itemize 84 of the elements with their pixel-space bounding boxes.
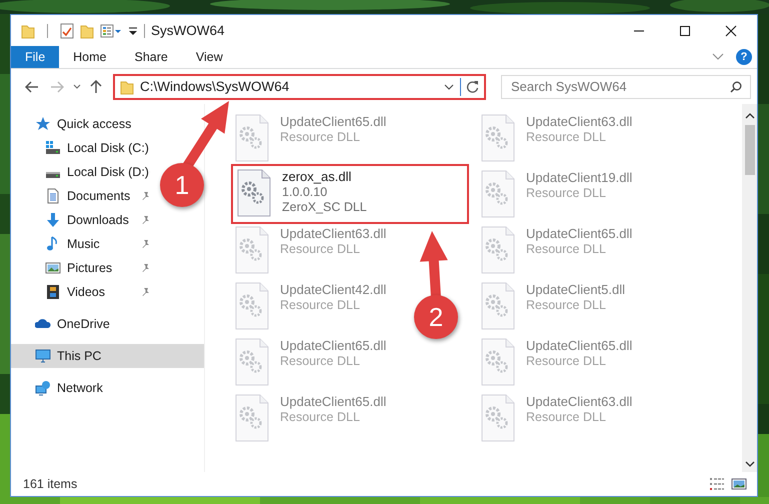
file-name[interactable]: UpdateClient63.dll — [280, 226, 386, 241]
file-gear-icon — [481, 170, 515, 218]
ribbon-tab[interactable]: Home — [59, 46, 120, 68]
monitor-icon[interactable] — [35, 348, 51, 364]
network-icon[interactable] — [35, 380, 51, 396]
file-name[interactable]: UpdateClient63.dll — [526, 114, 632, 129]
up-arrow-icon[interactable] — [90, 80, 102, 94]
file-name[interactable]: UpdateClient19.dll — [526, 170, 632, 185]
film-icon[interactable] — [45, 284, 61, 300]
file-gear-icon — [235, 114, 269, 162]
file-gear-icon — [235, 226, 269, 274]
down-arrow-icon[interactable] — [45, 212, 61, 228]
file-gear-icon — [481, 394, 515, 442]
chevron-up-icon[interactable] — [744, 112, 754, 119]
file-name[interactable]: UpdateClient65.dll — [526, 338, 632, 353]
scrollbar[interactable] — [742, 104, 757, 472]
chevron-down-icon[interactable] — [744, 461, 754, 468]
file-name[interactable]: UpdateClient5.dll — [526, 282, 626, 297]
chevron-down-icon[interactable] — [444, 84, 454, 90]
arrow — [420, 231, 448, 298]
file-gear-icon — [235, 282, 269, 330]
file-detail: Resource DLL — [280, 242, 361, 256]
file-gear-icon — [237, 169, 271, 217]
file-menu-button[interactable]: File — [11, 46, 60, 68]
picture-icon[interactable] — [45, 260, 61, 276]
search-icon[interactable] — [730, 80, 742, 92]
file-detail: Resource DLL — [526, 186, 607, 200]
sidebar-item[interactable]: Network — [11, 376, 204, 400]
sidebar-item[interactable]: Pictures — [11, 256, 156, 280]
sidebar-item[interactable]: Videos — [11, 280, 156, 304]
sidebar-item[interactable]: This PC — [11, 344, 204, 368]
file-gear-icon — [235, 338, 269, 386]
file-name[interactable]: UpdateClient65.dll — [280, 114, 386, 129]
file-gear-icon — [481, 114, 515, 162]
file-detail: Resource DLL — [280, 410, 361, 424]
file-detail: Resource DLL — [280, 354, 361, 368]
item-count: 161 items — [23, 477, 78, 491]
maximize-icon[interactable] — [679, 24, 691, 36]
folder-icon — [120, 78, 134, 94]
file-gear-icon — [481, 226, 515, 274]
file-gear-icon — [235, 394, 269, 442]
file-detail: Resource DLL — [526, 242, 607, 256]
file-detail: Resource DLL — [526, 130, 607, 144]
file-detail: 1.0.0.10 — [282, 185, 328, 199]
close-icon[interactable] — [725, 24, 737, 36]
dropdown-icon[interactable] — [128, 24, 138, 36]
file-gear-icon — [481, 338, 515, 386]
large-icons-view-icon[interactable] — [731, 477, 747, 491]
file-detail: Resource DLL — [526, 298, 607, 312]
file-detail: Resource DLL — [280, 298, 361, 312]
file-name[interactable]: zerox_as.dll — [282, 169, 367, 184]
sidebar-item[interactable]: Downloads — [11, 208, 156, 232]
sidebar-item[interactable]: OneDrive — [11, 312, 204, 336]
scrollbar-thumb[interactable] — [744, 125, 754, 175]
file-detail: Resource DLL — [526, 410, 607, 424]
sidebar-item[interactable]: Local Disk (C:) — [11, 136, 156, 160]
file-detail: Resource DLL — [280, 130, 361, 144]
refresh-icon[interactable] — [466, 80, 479, 93]
sidebar-item[interactable]: Quick access — [11, 112, 204, 136]
address-bar[interactable]: C:\Windows\SysWOW64 — [113, 74, 486, 100]
checklist-icon[interactable] — [60, 22, 74, 38]
sidebar-item[interactable]: Local Disk (D:) — [11, 160, 156, 184]
chevron-down-icon[interactable] — [73, 84, 81, 90]
sidebar-item[interactable]: Music — [11, 232, 156, 256]
search-field[interactable]: Search SysWOW64 — [501, 74, 751, 98]
file-name[interactable]: UpdateClient65.dll — [526, 226, 632, 241]
file-name[interactable]: UpdateClient42.dll — [280, 282, 386, 297]
drive-icon[interactable] — [45, 140, 61, 156]
file-name[interactable]: UpdateClient65.dll — [280, 338, 386, 353]
help-button[interactable]: ? — [736, 49, 752, 65]
back-arrow-icon[interactable] — [25, 80, 39, 92]
file-detail: Resource DLL — [526, 354, 607, 368]
ribbon-tab[interactable]: Share — [120, 46, 182, 68]
sidebar-item[interactable]: Documents — [11, 184, 156, 208]
file-detail: ZeroX_SC DLL — [282, 200, 367, 214]
window-title: SysWOW64 — [151, 23, 225, 38]
file-name[interactable]: UpdateClient63.dll — [526, 394, 632, 409]
star-icon[interactable] — [35, 116, 51, 132]
document-icon[interactable] — [45, 188, 61, 204]
details-view-icon[interactable] — [709, 477, 725, 491]
file-name[interactable]: UpdateClient65.dll — [280, 394, 386, 409]
file-gear-icon — [481, 282, 515, 330]
properties-icon[interactable] — [100, 24, 122, 38]
ribbon-tab[interactable]: View — [182, 46, 237, 68]
